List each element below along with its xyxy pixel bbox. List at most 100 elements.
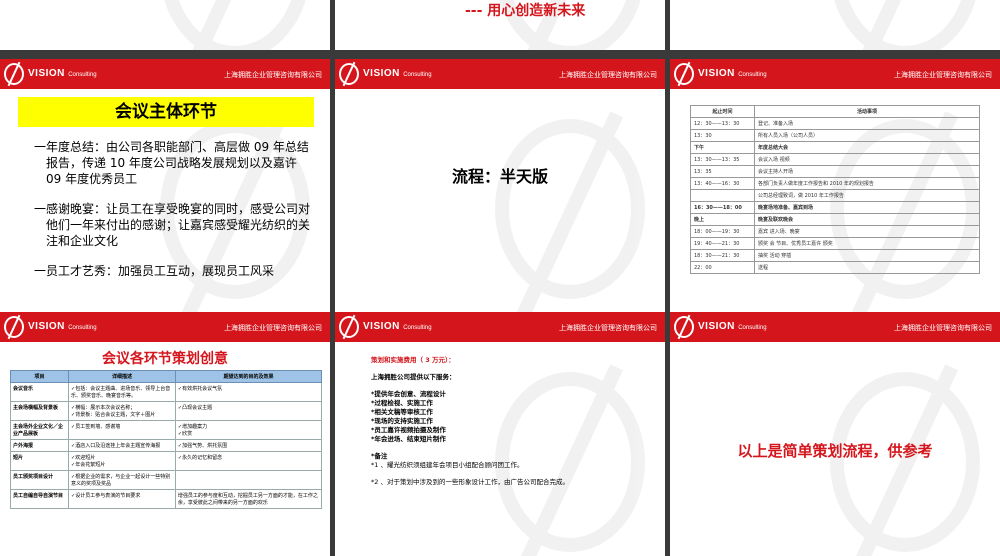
table-row: 户外海报 ✓酒店入口及沿途挂上年会主题宣传海报 ✓加强气势、烘托氛围 [10,439,323,452]
activity-cell: 颁奖 会 节目、优秀员工嘉许 颁奖 [754,237,980,250]
activity-cell: 公司总经理致词，做 2010 年工作报告 [754,189,980,202]
slide-plan[interactable]: VISION Consulting 上海拥胜企业管理咨询有限公司 会议各环节策划… [0,312,330,556]
item-cell: 户外海报 [10,439,69,452]
slide-schedule[interactable]: VISION Consulting 上海拥胜企业管理咨询有限公司 起止时间 活动… [670,59,1000,338]
time-cell: 12：30——13：30 [690,117,755,130]
bullet-list: 一年度总结：由公司各职能部门、高层做 09 年总结报告，传递 10 年度公司战略… [34,139,314,293]
table-row: 员工颁奖项目设计 ✓根据企业的需求，与企业一起设计一些特别意义的奖项及奖品 [10,470,323,490]
table-row: 晚上 晚宴及联欢晚会 [690,213,980,226]
goal-cell: 增强员工的参与度和互动，挖掘员工另一方面的才能，在工作之余，享受彼此之间带来的另… [174,489,323,509]
slide-cost[interactable]: VISION Consulting 上海拥胜企业管理咨询有限公司 策划和实施费用… [335,312,665,556]
table-row: 公司总经理致词，做 2010 年工作报告 [690,189,980,202]
slide-main-sections[interactable]: VISION Consulting 上海拥胜企业管理咨询有限公司 会议主体环节 … [0,59,330,338]
time-cell [690,189,755,202]
note-title: *备注 [371,452,388,460]
table-row: 主会场横幅及背景板 ✓横幅：展示本次会议名称； ✓背景板：贴合会议主题，文字＋图片… [10,401,323,421]
desc-cell: ✓员工签到墙、感谢墙 [68,420,176,440]
table-row: 12：30——13：30 登记、准备入场 [690,117,980,130]
table-row: 19：40——21：30 颁奖 会 节目、优秀员工嘉许 颁奖 [690,237,980,250]
table-row: 下午 年度总结大会 [690,141,980,154]
plan-table: 项目 详细描述 期望达到的目的及效果 会议音乐 ✓包括：会议主题曲、进场音乐、领导… [10,370,323,509]
watermark-icon [495,119,645,299]
watermark-icon [830,372,980,552]
brand-name: VISION Consulting [363,321,432,332]
time-cell: 13：40——16：30 [690,177,755,190]
table-row: 13：40——16：30 各部门负责人做年度工作报告和 2010 年的规划报告 [690,177,980,190]
service-item: *过程检视、实施工作 [371,399,433,407]
table-row: 13：30 所有人员入场（公司人员） [690,129,980,142]
brand-name: VISION Consulting [28,68,97,79]
activity-cell: 会议主持人开场 [754,165,980,178]
time-cell: 19：40——21：30 [690,237,755,250]
desc-cell: ✓欢迎短片 ✓年会花絮短片 [68,451,176,471]
item-cell: 员工自编自导自演节目 [10,489,69,509]
goal-cell: ✓有效烘托会议气氛 [174,382,323,402]
watermark-icon [160,0,310,50]
bullet-item: 一感谢晚宴：让员工在享受晚宴的同时，感受公司对他们一年来付出的感谢；让嘉宾感受耀… [34,202,311,248]
note-item: *1 、耀光纺织须组建年会项目小组配合顾问团工作。 [371,461,524,469]
bullet-item: 一员工才艺秀：加强员工互动，展现员工风采 [34,264,275,278]
table-row: 短片 ✓欢迎短片 ✓年会花絮短片 ✓永久的记忆和留念 [10,451,323,471]
slide-title: 会议主体环节 [18,97,314,127]
column-header: 项目 [10,370,69,383]
tagline: --- 用心创造新未来 [465,3,586,19]
goal-cell: ✓增加趣案力 ✓欣赏 [174,420,323,440]
activity-cell: 送程 [754,261,980,274]
table-header-row: 起止时间 活动事项 [690,105,980,118]
time-cell: 晚上 [690,213,755,226]
brand-name: VISION Consulting [363,68,432,79]
time-cell: 13：30——13：35 [690,153,755,166]
column-header: 期望达到的目的及效果 [174,370,323,383]
header-bar: VISION Consulting 上海拥胜企业管理咨询有限公司 [0,59,330,89]
brand-name: VISION Consulting [28,321,97,332]
slide-top-center: --- 用心创造新未来 [335,0,665,50]
table-row: 22：00 送程 [690,261,980,274]
slide-title: 流程：半天版 [451,167,548,186]
column-header: 活动事项 [754,105,980,118]
column-header: 起止时间 [690,105,755,118]
goal-cell: ✓凸现会议主题 [174,401,323,421]
time-cell: 下午 [690,141,755,154]
desc-cell: ✓酒店入口及沿途挂上年会主题宣传海报 [68,439,176,452]
activity-cell: 所有人员入场（公司人员） [754,129,980,142]
slide-final[interactable]: VISION Consulting 上海拥胜企业管理咨询有限公司 以上是简单策划… [670,312,1000,556]
activity-cell: 晚宴及联欢晚会 [754,213,980,226]
cost-intro: 上海拥胜公司提供以下服务： [371,373,456,381]
time-cell: 16：30——18：00 [690,201,755,214]
activity-cell: 晚宴场地准备、嘉宾到场 [754,201,980,214]
table-header-row: 项目 详细描述 期望达到的目的及效果 [10,370,323,383]
table-row: 13：35 会议主持人开场 [690,165,980,178]
brand-name: VISION Consulting [698,321,767,332]
item-cell: 员工颁奖项目设计 [10,470,69,490]
table-row: 主会场外企业文化／企业产品展板 ✓员工签到墙、感谢墙 ✓增加趣案力 ✓欣赏 [10,420,323,440]
service-item: *员工嘉许视频拍摄及制作 [371,426,446,434]
header-bar: VISION Consulting 上海拥胜企业管理咨询有限公司 [335,312,665,342]
header-bar: VISION Consulting 上海拥胜企业管理咨询有限公司 [0,312,330,342]
company-name: 上海拥胜企业管理咨询有限公司 [224,324,322,332]
time-cell: 13：30 [690,129,755,142]
vision-logo-icon [4,63,24,85]
column-header: 详细描述 [68,370,176,383]
activity-cell: 登记、准备入场 [754,117,980,130]
slide-flow[interactable]: VISION Consulting 上海拥胜企业管理咨询有限公司 流程：半天版 [335,59,665,338]
company-name: 上海拥胜企业管理咨询有限公司 [894,71,992,79]
bullet-item: 一年度总结：由公司各职能部门、高层做 09 年总结报告，传递 10 年度公司战略… [34,140,309,186]
slide-title: 会议各环节策划创意 [102,351,228,367]
desc-cell: ✓设计员工参与表演的节目要求 [68,489,176,509]
vision-logo-icon [674,316,694,338]
closing-text: 以上是简单策划流程，供参考 [737,442,933,460]
watermark-icon [830,0,980,50]
company-name: 上海拥胜企业管理咨询有限公司 [559,324,657,332]
table-row: 18：00——19：30 嘉宾 进入场、晚宴 [690,225,980,238]
item-cell: 会议音乐 [10,382,69,402]
desc-cell: ✓横幅：展示本次会议名称； ✓背景板：贴合会议主题，文字＋图片 [68,401,176,421]
service-item: *提供年会创意、流程设计 [371,390,446,398]
time-cell: 13：35 [690,165,755,178]
activity-cell: 年度总结大会 [754,141,980,154]
vision-logo-icon [674,63,694,85]
desc-cell: ✓根据企业的需求，与企业一起设计一些特别意义的奖项及奖品 [68,470,176,490]
item-cell: 短片 [10,451,69,471]
company-name: 上海拥胜企业管理咨询有限公司 [894,324,992,332]
table-row: 员工自编自导自演节目 ✓设计员工参与表演的节目要求 增强员工的参与度和互动，挖掘员工… [10,489,323,509]
time-cell: 18：30——21：30 [690,249,755,262]
